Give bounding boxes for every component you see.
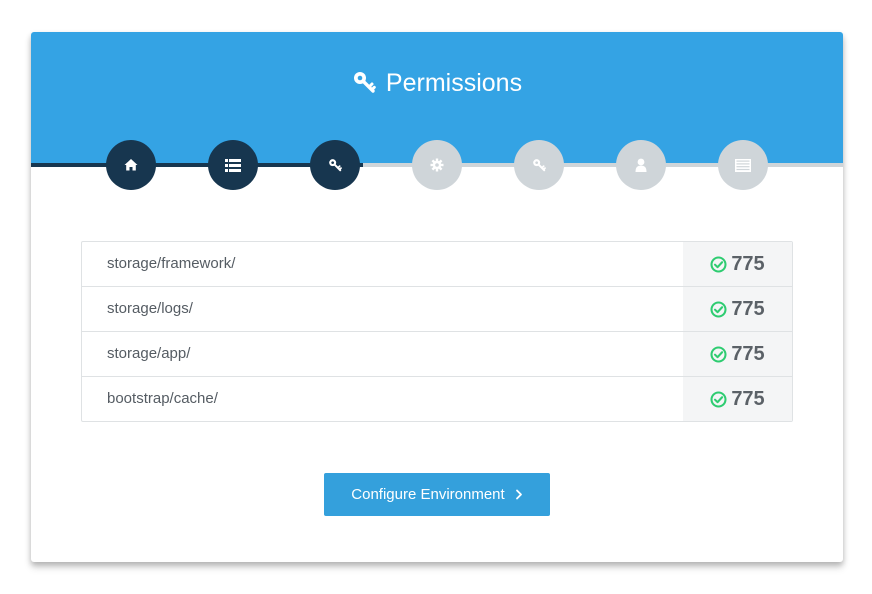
permission-cell: 775	[683, 287, 792, 331]
table-row: storage/framework/ 775	[82, 242, 792, 286]
step-requirements[interactable]	[208, 140, 258, 190]
step-finish[interactable]	[718, 140, 768, 190]
folder-path: storage/logs/	[107, 300, 193, 317]
permission-value: 775	[731, 387, 765, 410]
installer-card: Permissions storage/framework/ 775 stora…	[31, 32, 843, 562]
permission-cell: 775	[683, 332, 792, 376]
permission-cell: 775	[683, 377, 792, 421]
folder-path: bootstrap/cache/	[107, 390, 218, 407]
permission-value: 775	[731, 342, 765, 365]
home-icon	[124, 159, 138, 171]
list-icon	[225, 158, 241, 172]
table-row: storage/app/ 775	[82, 331, 792, 376]
chevron-right-icon	[515, 489, 522, 500]
check-circle-icon	[710, 345, 727, 363]
key-icon	[353, 72, 376, 93]
permission-cell: 775	[683, 242, 792, 286]
gear-icon	[430, 158, 444, 172]
permissions-table: storage/framework/ 775 storage/logs/ 775…	[81, 241, 793, 422]
button-label: Configure Environment	[351, 486, 505, 503]
step-account[interactable]	[616, 140, 666, 190]
permission-value: 775	[731, 297, 765, 320]
table-row: bootstrap/cache/ 775	[82, 376, 792, 421]
step-environment[interactable]	[412, 140, 462, 190]
key-icon	[329, 159, 342, 172]
step-permissions[interactable]	[310, 140, 360, 190]
user-icon	[635, 158, 647, 172]
folder-path: storage/app/	[107, 345, 191, 362]
page-title: Permissions	[31, 68, 843, 98]
configure-environment-button[interactable]: Configure Environment	[324, 473, 550, 516]
check-circle-icon	[710, 390, 727, 408]
folder-path: storage/framework/	[107, 255, 236, 272]
key-icon	[533, 159, 546, 172]
step-keys[interactable]	[514, 140, 564, 190]
check-circle-icon	[710, 255, 727, 273]
server-icon	[735, 158, 751, 172]
page-title-text: Permissions	[385, 69, 523, 97]
step-home[interactable]	[106, 140, 156, 190]
table-row: storage/logs/ 775	[82, 286, 792, 331]
permission-value: 775	[731, 252, 765, 275]
check-circle-icon	[710, 300, 727, 318]
